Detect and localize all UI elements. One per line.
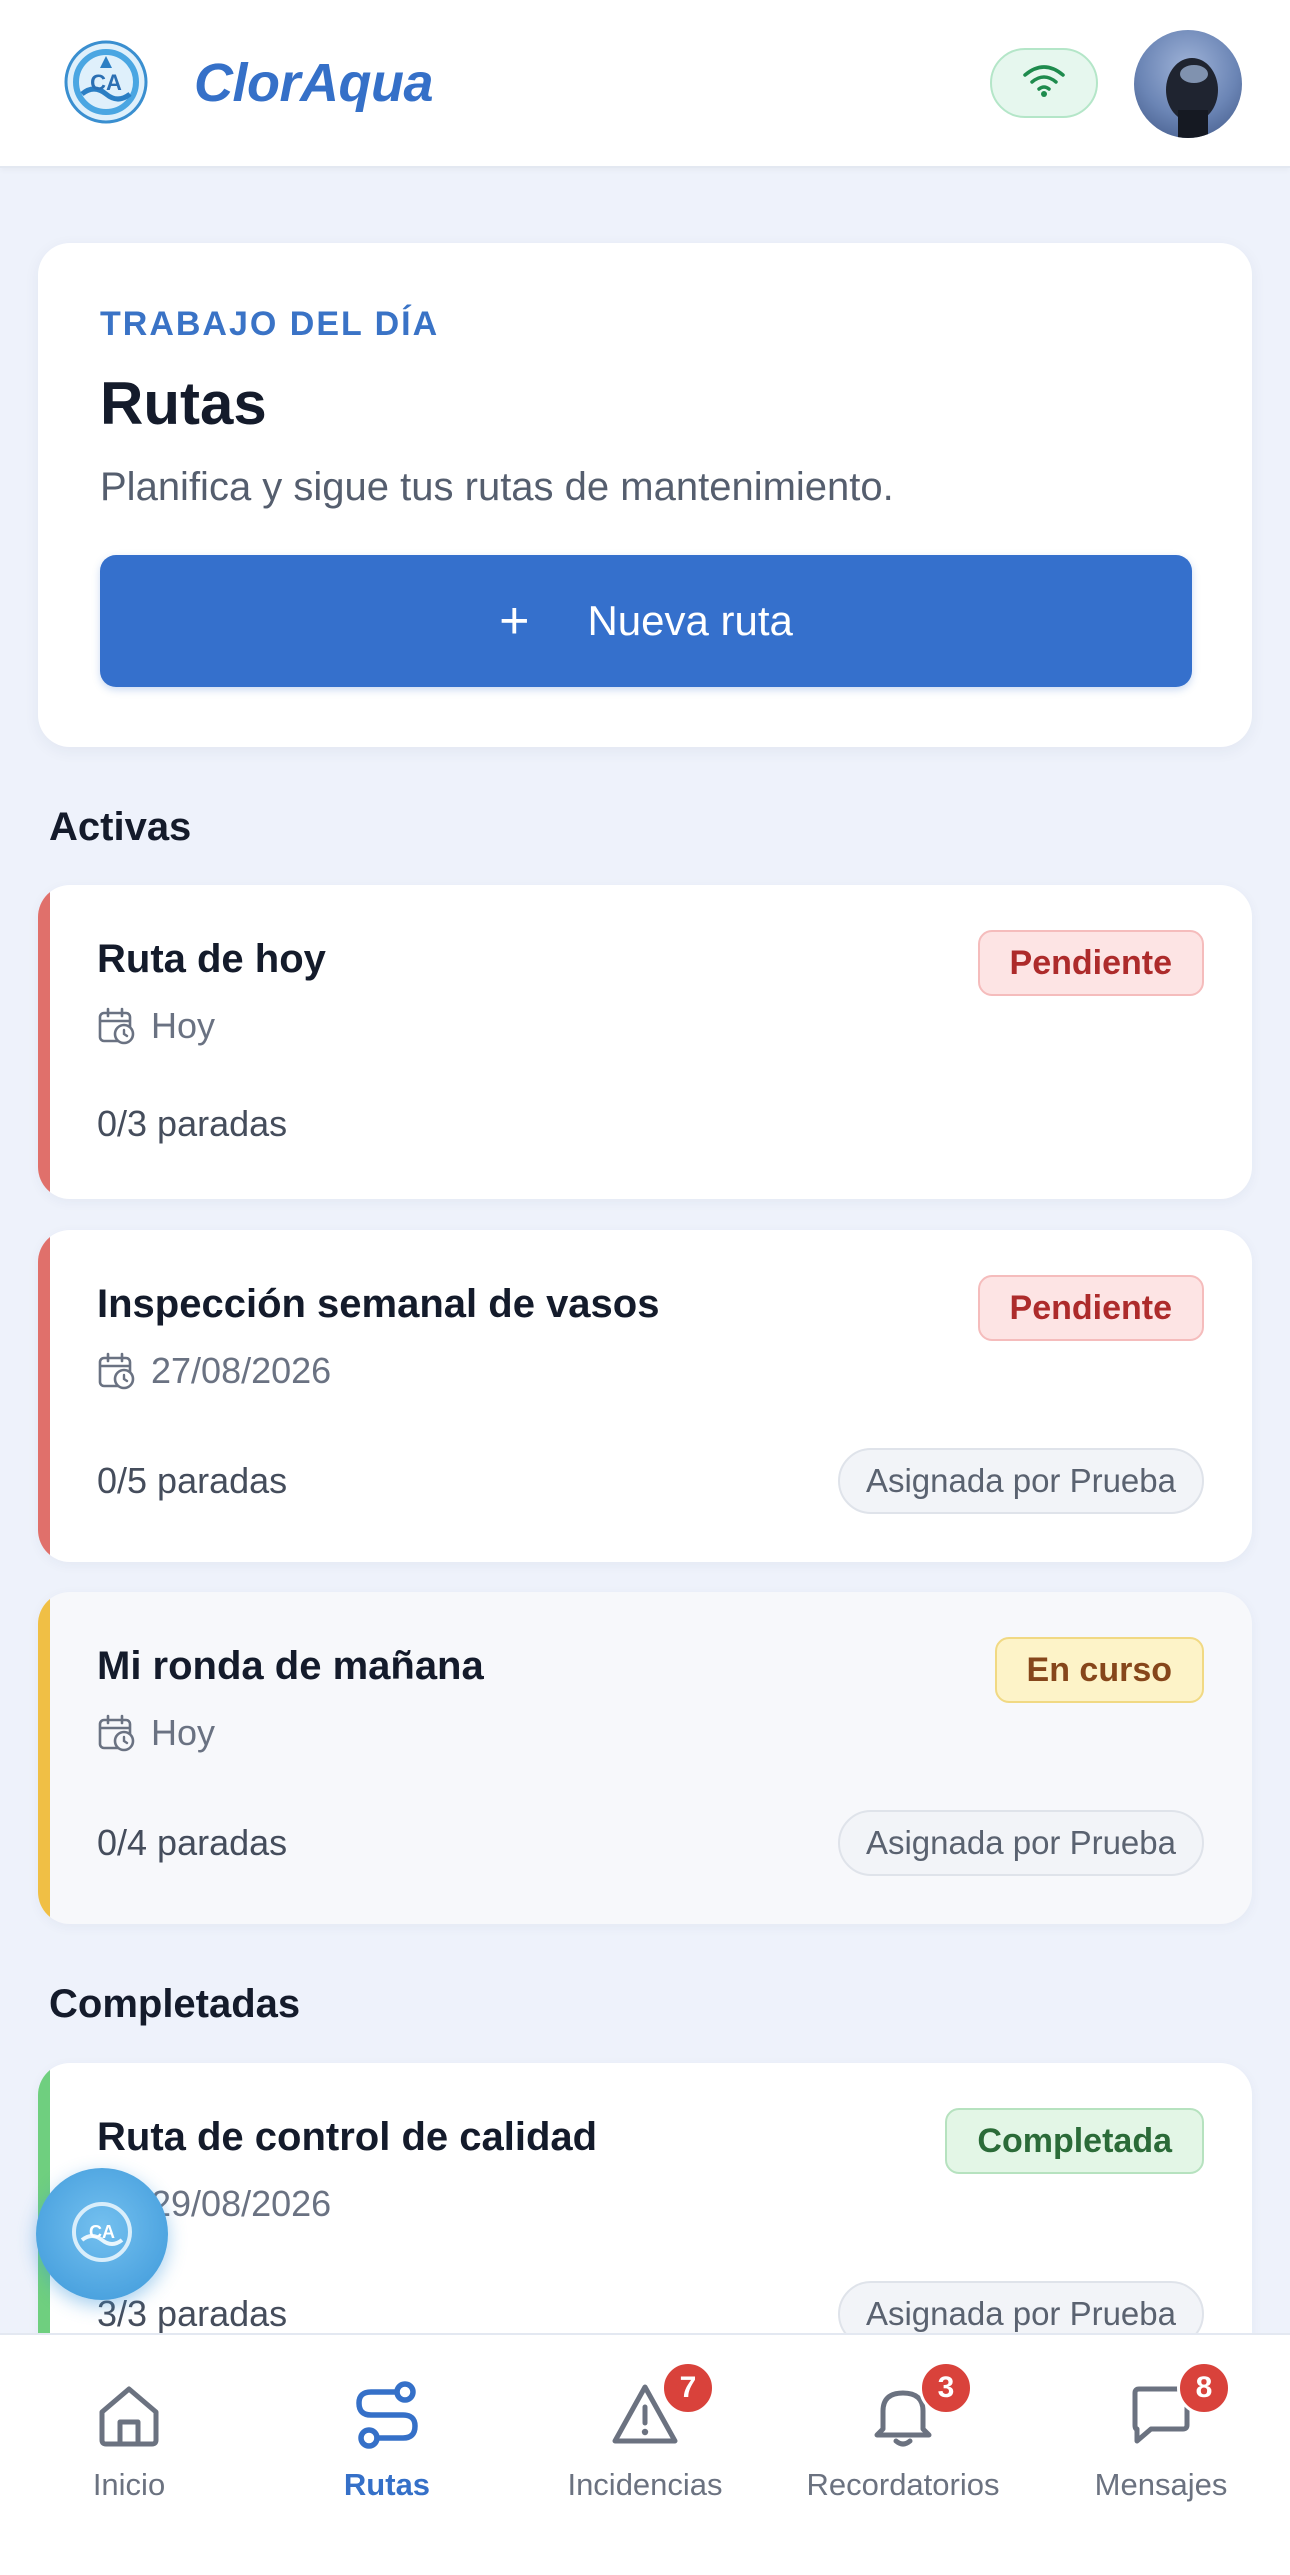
status-stripe bbox=[38, 1592, 50, 1924]
route-date: 27/08/2026 bbox=[97, 1350, 331, 1392]
route-date-text: Hoy bbox=[151, 1005, 216, 1046]
warning-icon: 7 bbox=[605, 2361, 715, 2455]
route-title: Mi ronda de mañana bbox=[97, 1644, 484, 1688]
route-date-text: Hoy bbox=[151, 1712, 216, 1753]
nav-item-inicio[interactable]: Inicio bbox=[0, 2335, 258, 2575]
status-stripe bbox=[38, 885, 50, 1199]
calendar-clock-icon bbox=[98, 1007, 135, 1045]
nav-label: Mensajes bbox=[1094, 2467, 1228, 2502]
route-date-text: 27/08/2026 bbox=[151, 1350, 332, 1391]
bell-icon: 3 bbox=[863, 2361, 973, 2455]
nav-label: Incidencias bbox=[567, 2467, 723, 2502]
route-stops: 0/5 paradas bbox=[97, 1460, 288, 1501]
nav-label: Recordatorios bbox=[806, 2467, 1000, 2502]
user-avatar[interactable] bbox=[1134, 30, 1242, 138]
connection-status-indicator[interactable] bbox=[990, 48, 1098, 118]
new-route-button[interactable]: + Nueva ruta bbox=[100, 555, 1192, 687]
route-stops: 0/3 paradas bbox=[97, 1103, 288, 1144]
nav-label: Rutas bbox=[343, 2467, 431, 2502]
wifi-icon bbox=[1022, 64, 1066, 103]
page-title: Rutas bbox=[100, 370, 267, 437]
route-date-text: 29/08/2026 bbox=[151, 2183, 332, 2224]
assigned-by-chip: Asignada por Prueba bbox=[837, 1810, 1204, 1876]
top-app-bar: CA ClorAqua bbox=[0, 0, 1290, 168]
route-card[interactable]: Inspección semanal de vasos Pendiente 27… bbox=[38, 1230, 1252, 1562]
calendar-clock-icon bbox=[98, 1714, 135, 1752]
route-date: Hoy bbox=[97, 1005, 215, 1047]
svg-text:CA: CA bbox=[90, 70, 122, 95]
status-badge: Completada bbox=[945, 2108, 1204, 2174]
cloraqua-logo-icon: CA bbox=[70, 2200, 134, 2269]
route-title: Inspección semanal de vasos bbox=[97, 1282, 660, 1326]
nav-item-mensajes[interactable]: 8 Mensajes bbox=[1032, 2335, 1290, 2575]
notification-badge: 8 bbox=[1177, 2361, 1231, 2415]
notification-badge: 7 bbox=[661, 2361, 715, 2415]
route-icon bbox=[347, 2375, 427, 2455]
svg-text:CA: CA bbox=[89, 2222, 115, 2242]
route-title: Ruta de control de calidad bbox=[97, 2115, 598, 2159]
new-route-label: Nueva ruta bbox=[587, 597, 793, 644]
section-title-active: Activas bbox=[49, 805, 192, 849]
page-subtitle: Planifica y sigue tus rutas de mantenimi… bbox=[100, 465, 894, 509]
route-card[interactable]: Ruta de hoy Pendiente Hoy 0/3 paradas bbox=[38, 885, 1252, 1199]
status-stripe bbox=[38, 1230, 50, 1562]
home-icon bbox=[89, 2375, 169, 2455]
bottom-navigation: Inicio Rutas 7 Incidencias 3 Recordatori… bbox=[0, 2333, 1290, 2575]
assigned-by-chip: Asignada por Prueba bbox=[837, 1448, 1204, 1514]
status-badge: Pendiente bbox=[977, 930, 1204, 996]
section-title-completed: Completadas bbox=[49, 1982, 301, 2026]
chat-icon: 8 bbox=[1121, 2361, 1231, 2455]
route-title: Ruta de hoy bbox=[97, 937, 326, 981]
calendar-clock-icon bbox=[98, 1352, 135, 1390]
nav-label: Inicio bbox=[92, 2467, 166, 2502]
cloraqua-logo-icon: CA bbox=[64, 40, 148, 124]
nav-item-recordatorios[interactable]: 3 Recordatorios bbox=[774, 2335, 1032, 2575]
status-badge: Pendiente bbox=[977, 1275, 1204, 1341]
nav-item-incidencias[interactable]: 7 Incidencias bbox=[516, 2335, 774, 2575]
app-brand-name: ClorAqua bbox=[194, 53, 434, 113]
route-card[interactable]: Mi ronda de mañana En curso Hoy 0/4 para… bbox=[38, 1592, 1252, 1924]
plus-icon: + bbox=[499, 592, 530, 650]
assistant-fab-button[interactable]: CA bbox=[36, 2168, 168, 2300]
route-stops: 3/3 paradas bbox=[97, 2293, 288, 2334]
route-stops: 0/4 paradas bbox=[97, 1822, 288, 1863]
section-eyebrow: TRABAJO DEL DÍA bbox=[100, 305, 440, 343]
notification-badge: 3 bbox=[919, 2361, 973, 2415]
nav-item-rutas[interactable]: Rutas bbox=[258, 2335, 516, 2575]
status-badge: En curso bbox=[994, 1637, 1204, 1703]
route-date: Hoy bbox=[97, 1712, 215, 1754]
routes-hero-card: TRABAJO DEL DÍA Rutas Planifica y sigue … bbox=[38, 243, 1252, 747]
